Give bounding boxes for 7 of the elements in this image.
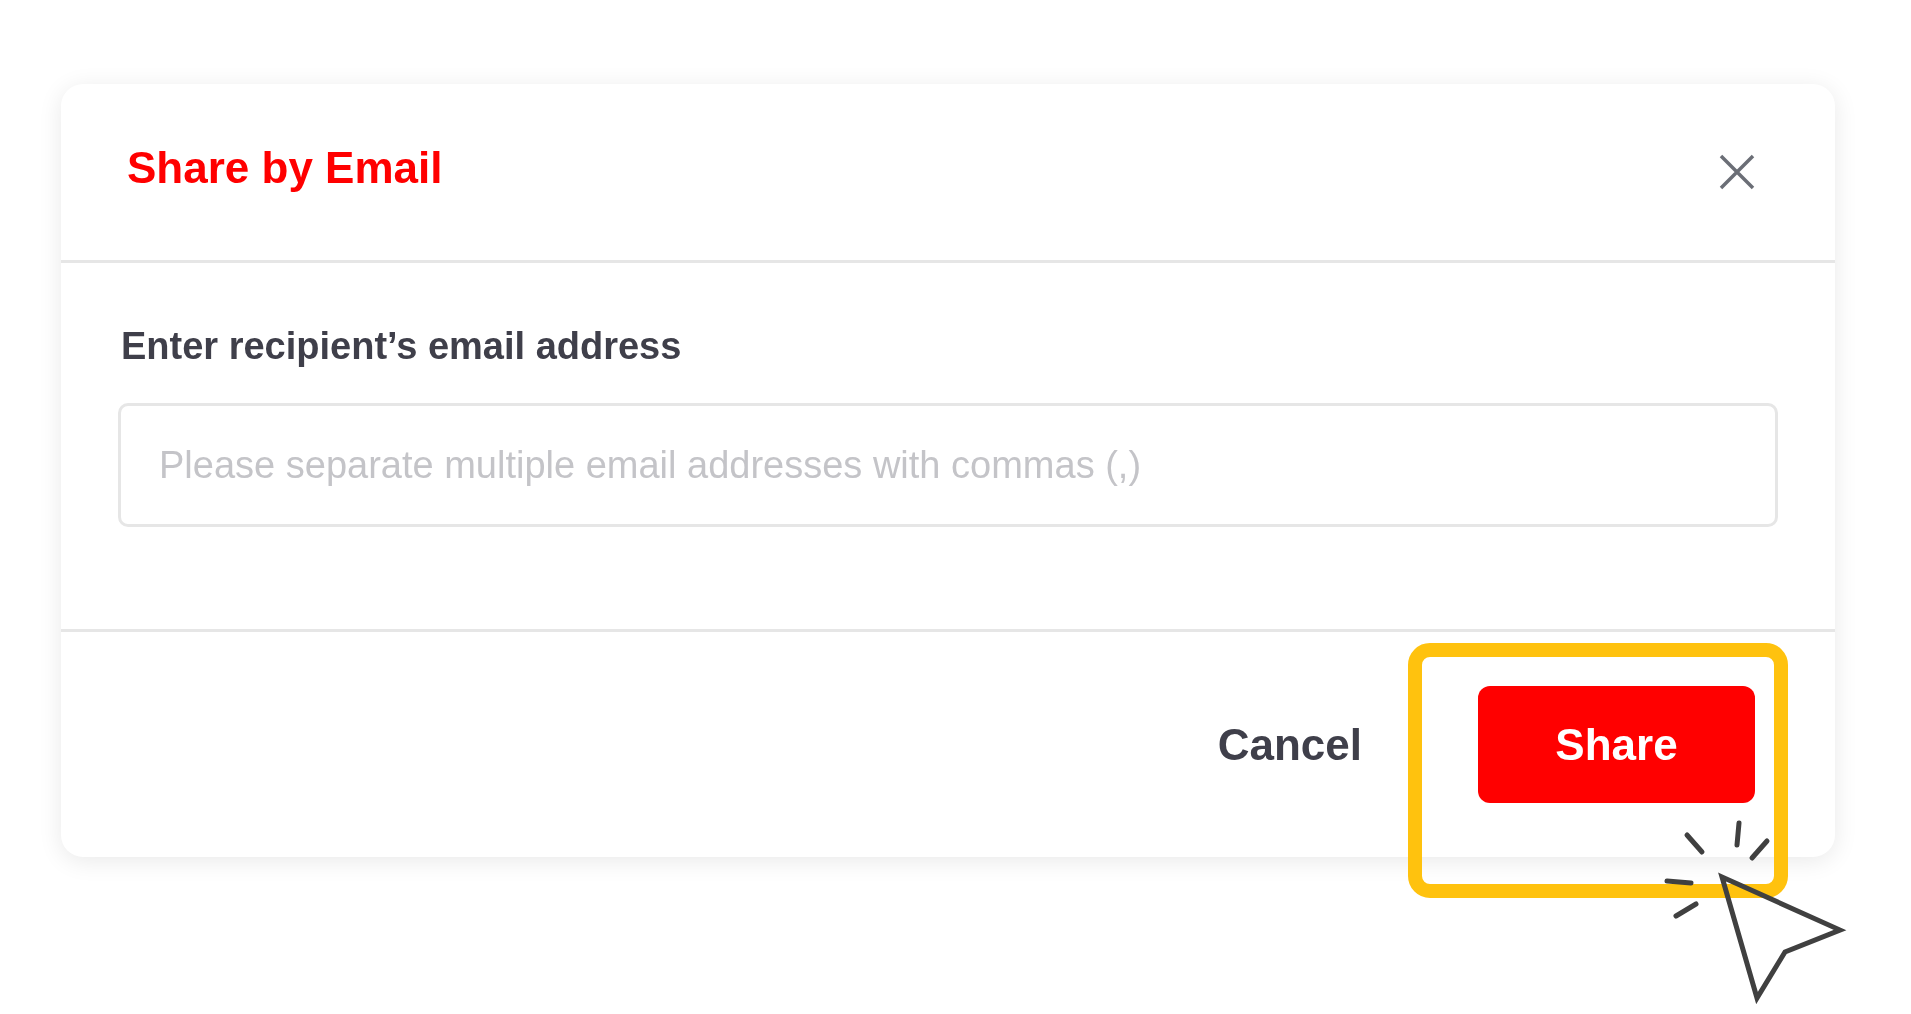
field-label: Enter recipient’s email address bbox=[121, 325, 683, 369]
dialog-title: Share by Email bbox=[127, 143, 443, 193]
close-button[interactable] bbox=[1717, 152, 1757, 192]
share-button[interactable]: Share bbox=[1478, 686, 1755, 803]
close-icon bbox=[1717, 152, 1757, 192]
cancel-button[interactable]: Cancel bbox=[1201, 711, 1378, 778]
email-input-field[interactable]: Please separate multiple email addresses with commas (,) bbox=[118, 403, 1778, 527]
